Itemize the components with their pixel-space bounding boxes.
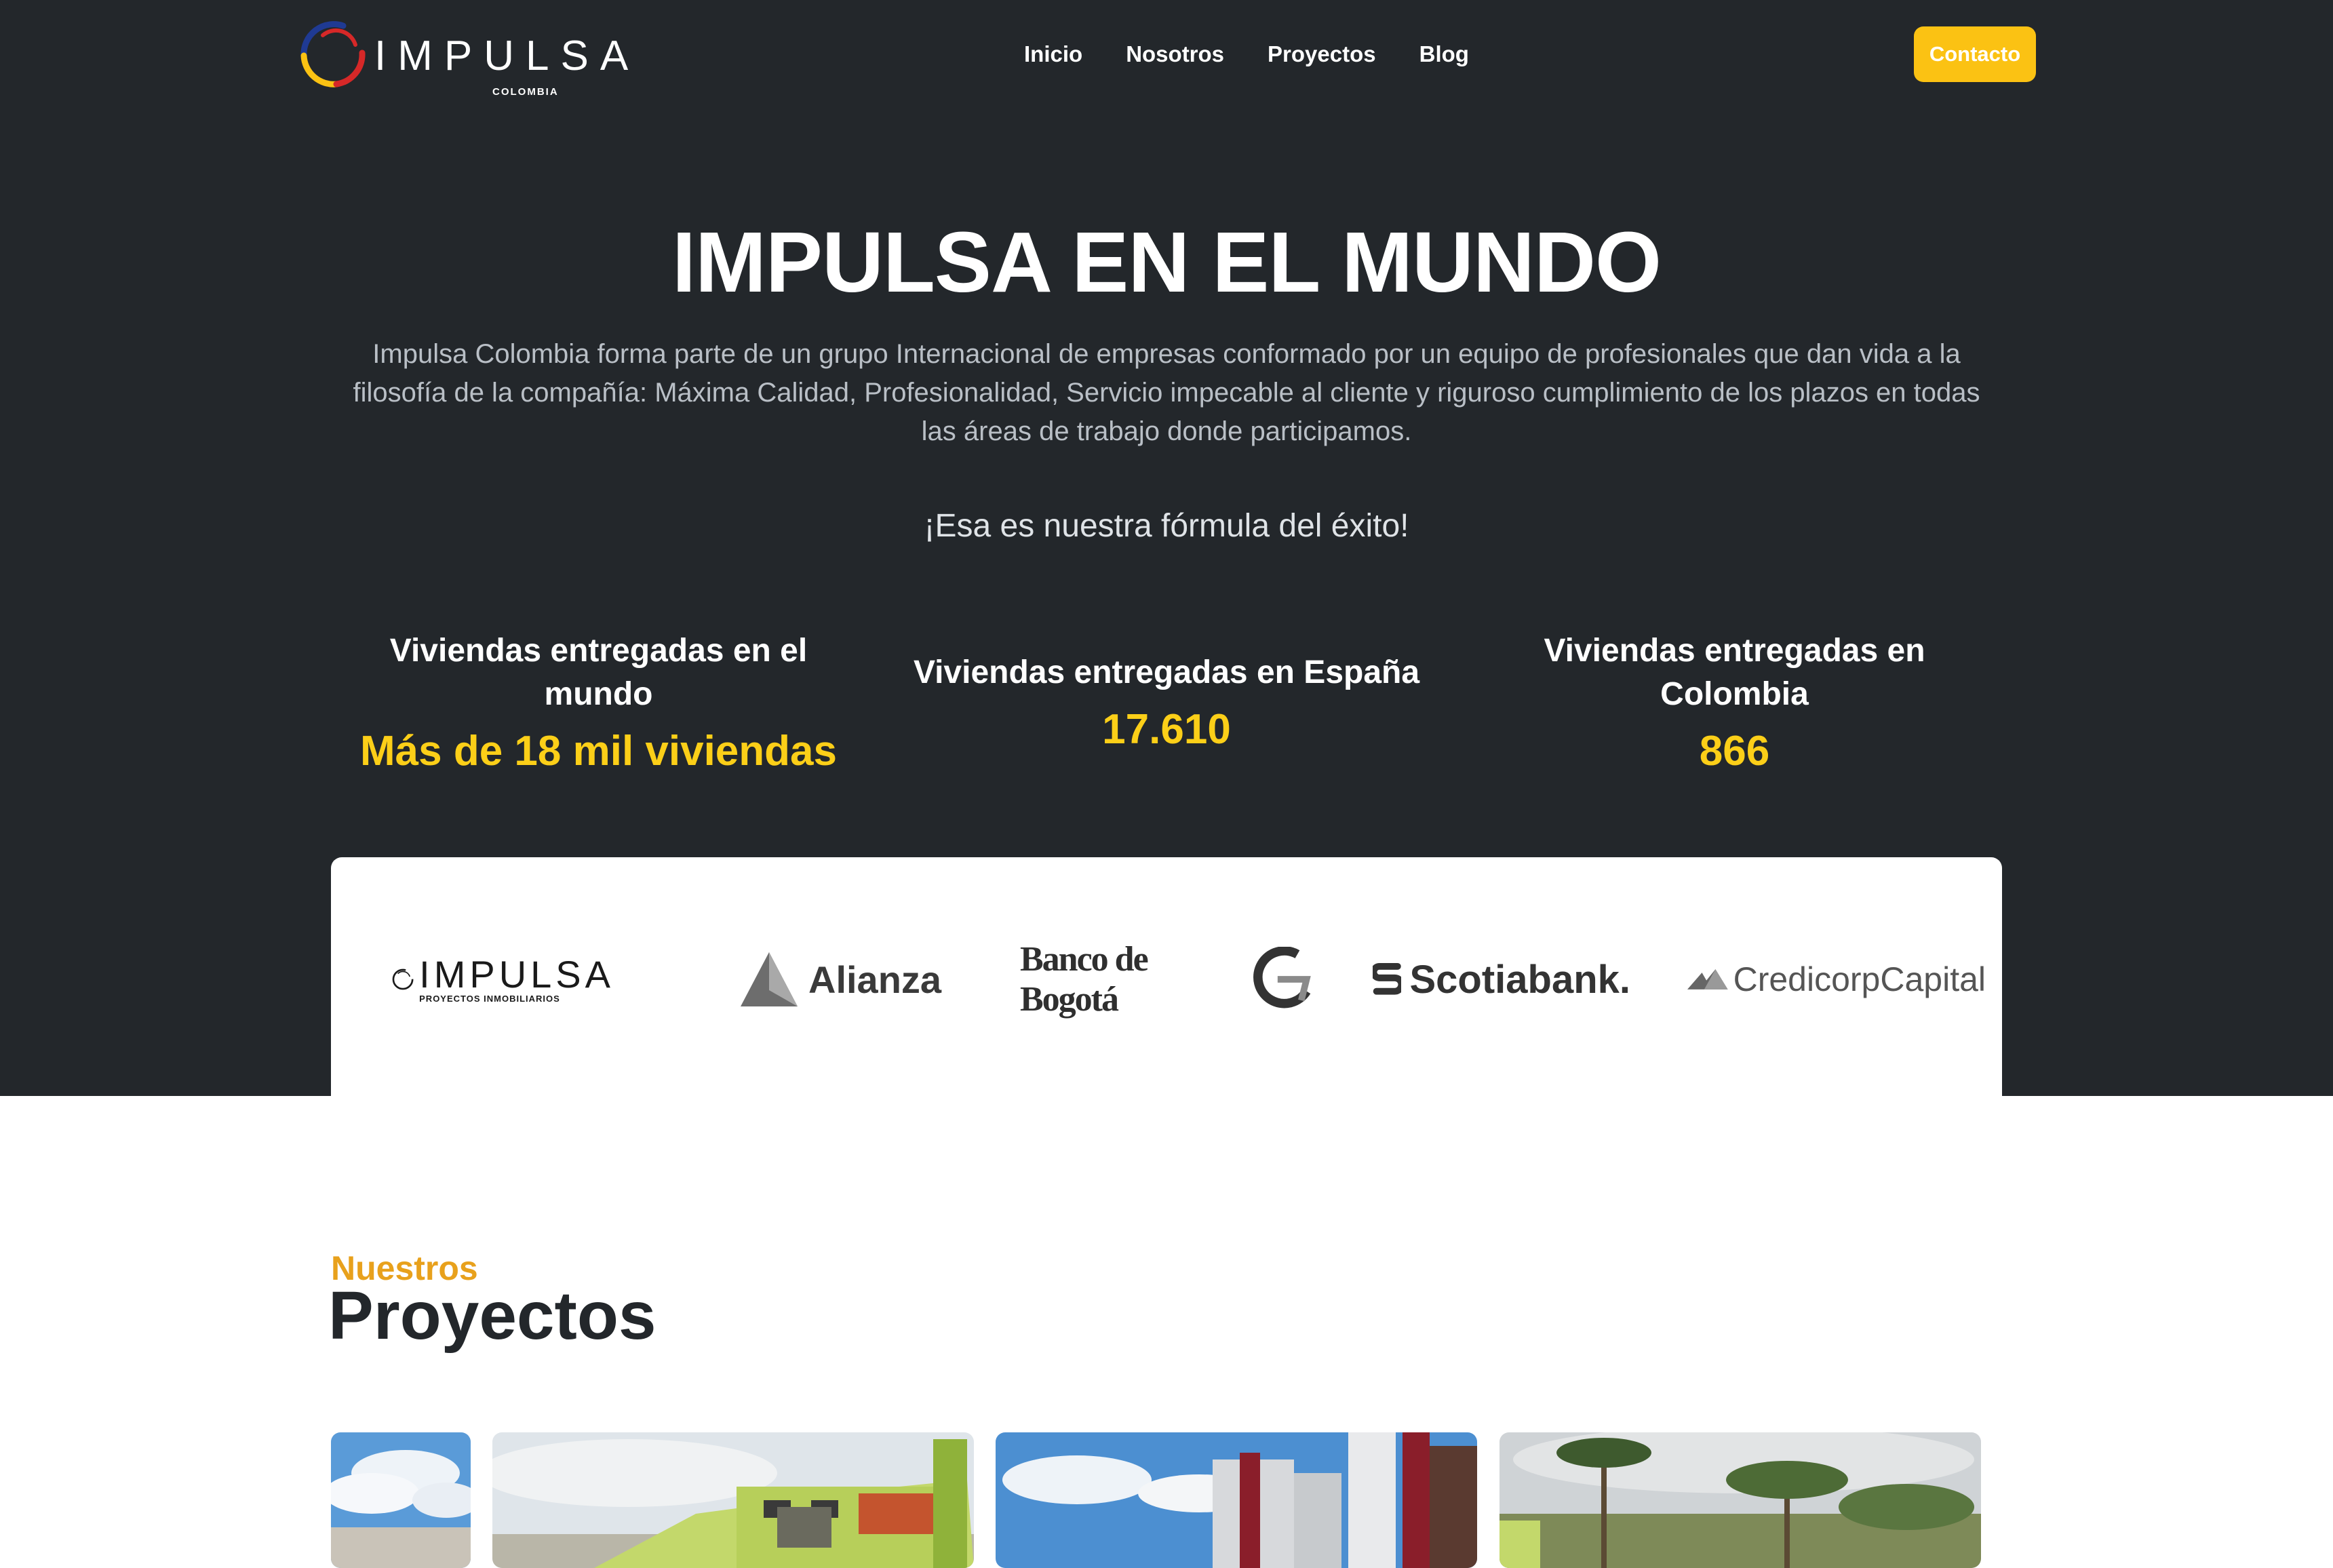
project-card[interactable] xyxy=(996,1432,1477,1568)
project-card[interactable] xyxy=(492,1432,974,1568)
partner-impulsa-word: IMPULSA xyxy=(419,952,614,996)
stat-spain: Viviendas entregadas en España 17.610 xyxy=(902,651,1431,757)
hero-section: IMPULSA COLOMBIA Inicio Nosotros Proyect… xyxy=(0,0,2333,1096)
partner-alianza-name: Alianza xyxy=(808,958,942,1001)
stat-label: Viviendas entregadas en España xyxy=(913,654,1420,690)
partner-logo-scotiabank: Scotiabank. xyxy=(1373,939,1630,1020)
main-nav: Inicio Nosotros Proyectos Blog xyxy=(1024,39,1469,69)
top-navbar: IMPULSA COLOMBIA Inicio Nosotros Proyect… xyxy=(0,0,2333,109)
stat-value: 866 xyxy=(1699,728,1770,775)
projects-title: Proyectos xyxy=(328,1278,656,1354)
partner-logo-impulsa: IMPULSA PROYECTOS INMOBILIARIOS xyxy=(391,939,614,1020)
partner-scotiabank-name: Scotiabank. xyxy=(1409,957,1630,1002)
stat-value: 17.610 xyxy=(1102,706,1231,753)
project-image xyxy=(1499,1432,1981,1568)
contact-button[interactable]: Contacto xyxy=(1914,26,2036,82)
impulsa-ring-icon xyxy=(300,21,366,87)
bogota-swirl-icon xyxy=(1253,947,1311,1008)
partner-logos-strip: IMPULSA PROYECTOS INMOBILIARIOS Alianza … xyxy=(331,857,2002,1096)
hero-title: IMPULSA EN EL MUNDO xyxy=(671,214,1662,310)
stat-world: Viviendas entregadas en el mundo Más de … xyxy=(339,629,858,779)
scotiabank-s-icon xyxy=(1373,962,1402,995)
partner-logo-credicorp: CredicorpCapital xyxy=(1687,939,1986,1020)
partner-logo-banco-de-bogota: Banco de Bogotá xyxy=(1020,939,1312,1020)
stat-label: Viviendas entregadas en el mundo xyxy=(389,633,808,712)
impulsa-ring-icon xyxy=(392,968,414,990)
project-image xyxy=(331,1432,471,1568)
alianza-triangle-icon xyxy=(741,952,798,1006)
stat-colombia: Viviendas entregadas en Colombia 866 xyxy=(1475,629,1994,779)
nav-link-blog[interactable]: Blog xyxy=(1419,39,1469,69)
impulsa-colombia-logo[interactable]: IMPULSA COLOMBIA xyxy=(296,18,628,97)
partner-logo-alianza: Alianza xyxy=(738,939,955,1020)
logo-subtitle: COLOMBIA xyxy=(492,86,559,98)
stat-label: Viviendas entregadas en Colombia xyxy=(1544,633,1925,712)
hero-tagline: ¡Esa es nuestra fórmula del éxito! xyxy=(924,508,1409,544)
project-image xyxy=(492,1432,974,1568)
partner-credicorp-name: CredicorpCapital xyxy=(1733,960,1986,998)
nav-link-proyectos[interactable]: Proyectos xyxy=(1268,39,1376,69)
project-image xyxy=(996,1432,1477,1568)
hero-description: Impulsa Colombia forma parte de un grupo… xyxy=(353,339,1980,446)
project-card[interactable] xyxy=(331,1432,471,1568)
credicorp-mountains-icon xyxy=(1687,969,1728,989)
stat-value: Más de 18 mil viviendas xyxy=(359,728,837,775)
logo-wordmark: IMPULSA xyxy=(374,33,640,79)
nav-link-nosotros[interactable]: Nosotros xyxy=(1126,39,1224,69)
nav-link-inicio[interactable]: Inicio xyxy=(1024,39,1082,69)
project-card[interactable] xyxy=(1499,1432,1981,1568)
partner-bogota-name: Banco de Bogotá xyxy=(1020,940,1149,1019)
